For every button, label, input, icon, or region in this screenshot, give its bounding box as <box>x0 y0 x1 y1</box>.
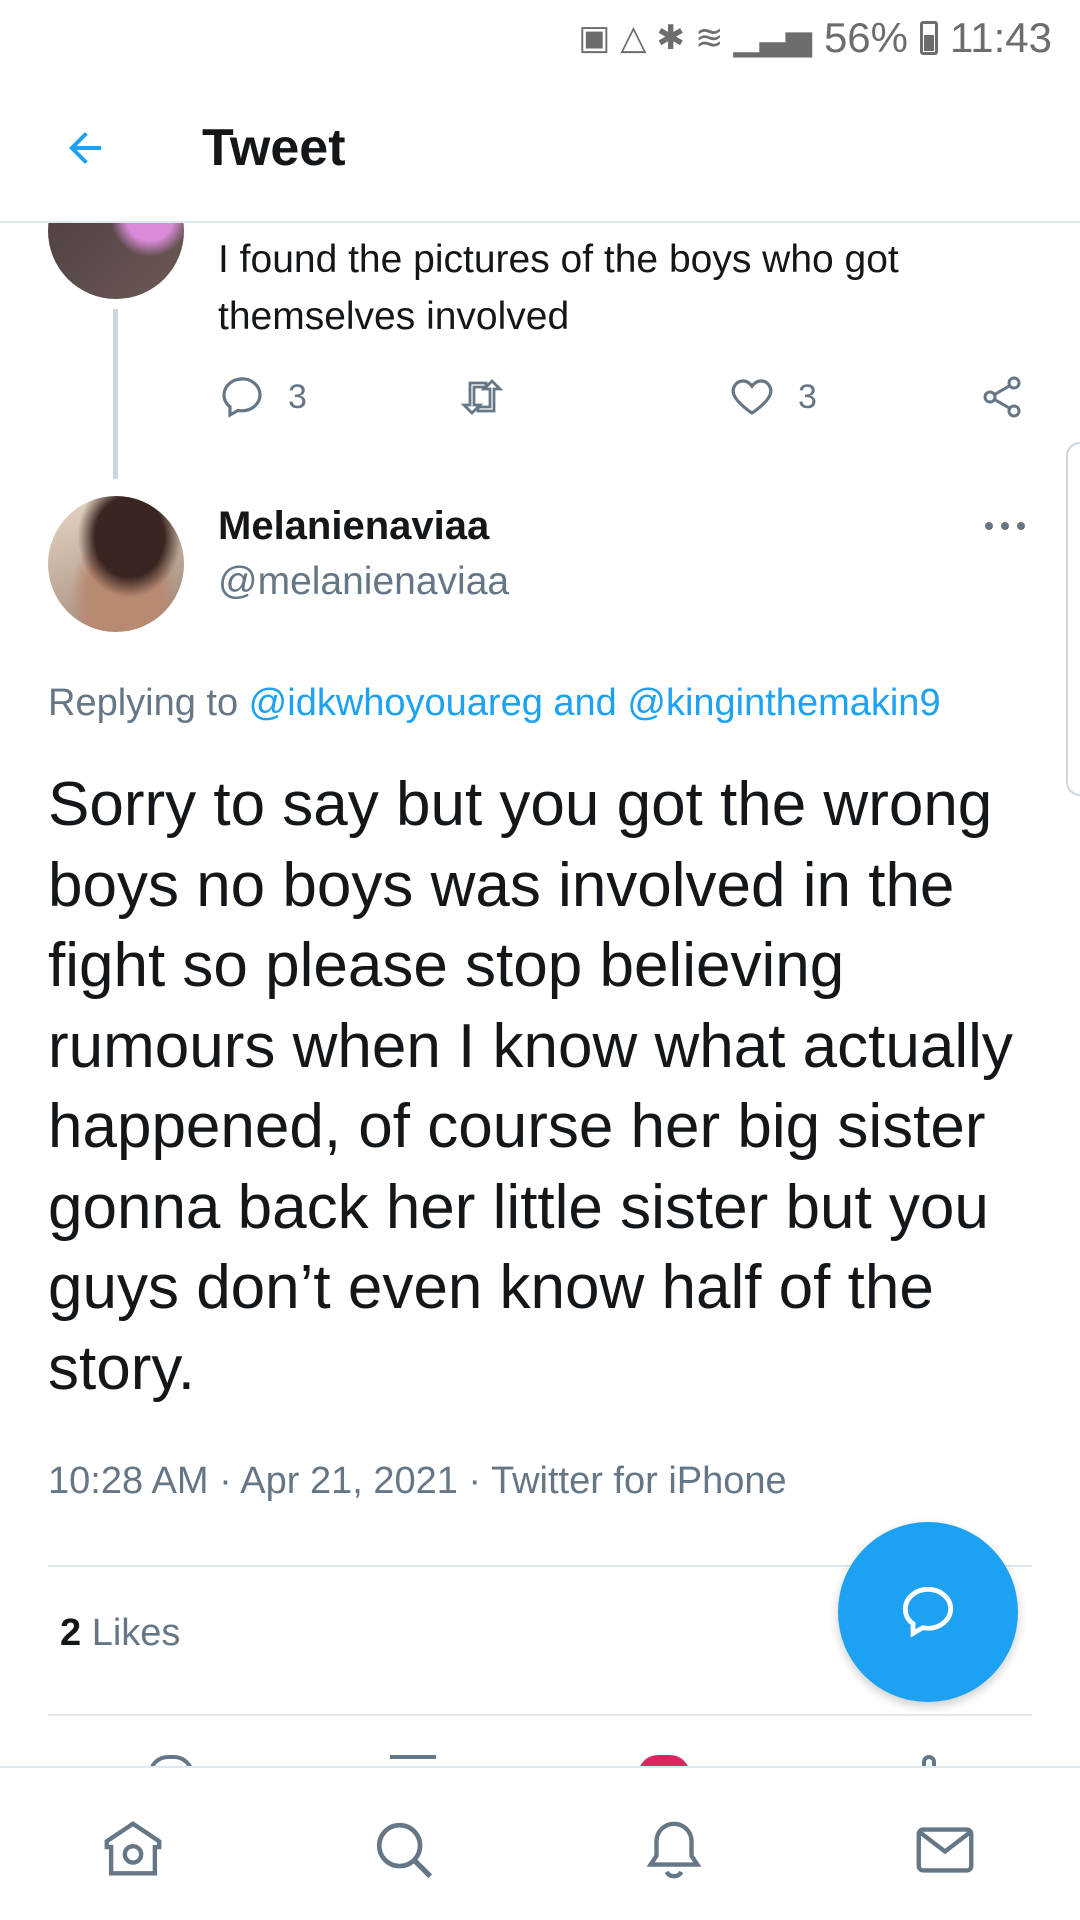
tweet-meta: 10:28 AM · Apr 21, 2021 · Twitter for iP… <box>48 1460 787 1503</box>
handle[interactable]: @melanienaviaa <box>218 560 509 604</box>
likes-summary[interactable]: 2 Likes <box>60 1612 180 1655</box>
likes-count: 2 <box>60 1612 82 1654</box>
back-button[interactable] <box>40 103 130 193</box>
like-count: 3 <box>798 377 817 416</box>
reply-compose-button[interactable] <box>838 1522 1018 1702</box>
status-icons: ▣ △ ✱ ≋ ▁▃▅ <box>578 18 812 58</box>
bell-icon <box>646 1821 702 1879</box>
retweet-icon <box>460 379 504 415</box>
nav-messages[interactable] <box>905 1810 985 1890</box>
separator: · <box>208 1460 241 1502</box>
home-icon <box>104 1821 162 1876</box>
avatar[interactable] <box>48 496 184 632</box>
status-bar: ▣ △ ✱ ≋ ▁▃▅ 56% 11:43 <box>0 0 1080 75</box>
arrow-left-icon <box>69 132 101 164</box>
mention-joiner: and <box>542 682 628 724</box>
scrollbar[interactable] <box>1066 442 1080 796</box>
battery-icon <box>920 20 938 55</box>
nav-search[interactable] <box>364 1810 444 1890</box>
heart-icon <box>731 379 773 415</box>
signal-icon: ▁▃▅ <box>733 18 812 57</box>
more-options-button[interactable] <box>975 506 1035 546</box>
likes-label: Likes <box>81 1612 181 1654</box>
recycle-icon: △ <box>620 18 647 57</box>
wifi-icon: ≋ <box>694 18 724 57</box>
battery-percent: 56% <box>823 13 908 61</box>
mention-link[interactable]: @idkwhoyouareg <box>249 682 543 724</box>
page-title: Tweet <box>202 119 346 177</box>
separator: · <box>457 1460 491 1502</box>
reply-icon <box>222 377 262 418</box>
nav-home[interactable] <box>93 1810 173 1890</box>
parent-tweet[interactable]: I found the pictures of the boys who got… <box>0 163 1080 483</box>
reply-icon <box>902 1586 954 1638</box>
retweet-button[interactable] <box>458 373 506 421</box>
replying-to: Replying to @idkwhoyouareg and @kinginth… <box>48 682 941 725</box>
thread-line <box>113 309 118 479</box>
more-horizontal-icon <box>985 522 1025 530</box>
clock: 11:43 <box>950 13 1052 61</box>
header: Tweet <box>0 75 1080 223</box>
share-icon <box>983 376 1021 418</box>
replying-prefix: Replying to <box>48 682 249 724</box>
tweet-source[interactable]: Twitter for iPhone <box>491 1460 787 1502</box>
tweet-text: Sorry to say but you got the wrong boys … <box>48 770 1013 1403</box>
nav-notifications[interactable] <box>634 1810 714 1890</box>
tweet-time: 10:28 AM <box>48 1460 209 1502</box>
like-button[interactable]: 3 <box>728 373 817 421</box>
reply-count: 3 <box>288 377 307 416</box>
parent-tweet-text: I found the pictures of the boys who got… <box>218 238 899 338</box>
battery-saver-icon: ▣ <box>578 18 611 57</box>
share-button[interactable] <box>978 373 1026 421</box>
bottom-nav <box>0 1766 1080 1920</box>
tweet-date: Apr 21, 2021 <box>240 1460 458 1502</box>
mention-link[interactable]: @kinginthemakin9 <box>627 682 940 724</box>
parent-tweet-actions: 3 3 <box>218 373 1038 433</box>
reply-button[interactable]: 3 <box>218 373 307 421</box>
bluetooth-icon: ✱ <box>656 18 685 57</box>
display-name[interactable]: Melanienaviaa <box>218 504 489 549</box>
mail-icon <box>916 1827 974 1873</box>
divider <box>48 1714 1032 1716</box>
search-icon <box>376 1822 433 1879</box>
